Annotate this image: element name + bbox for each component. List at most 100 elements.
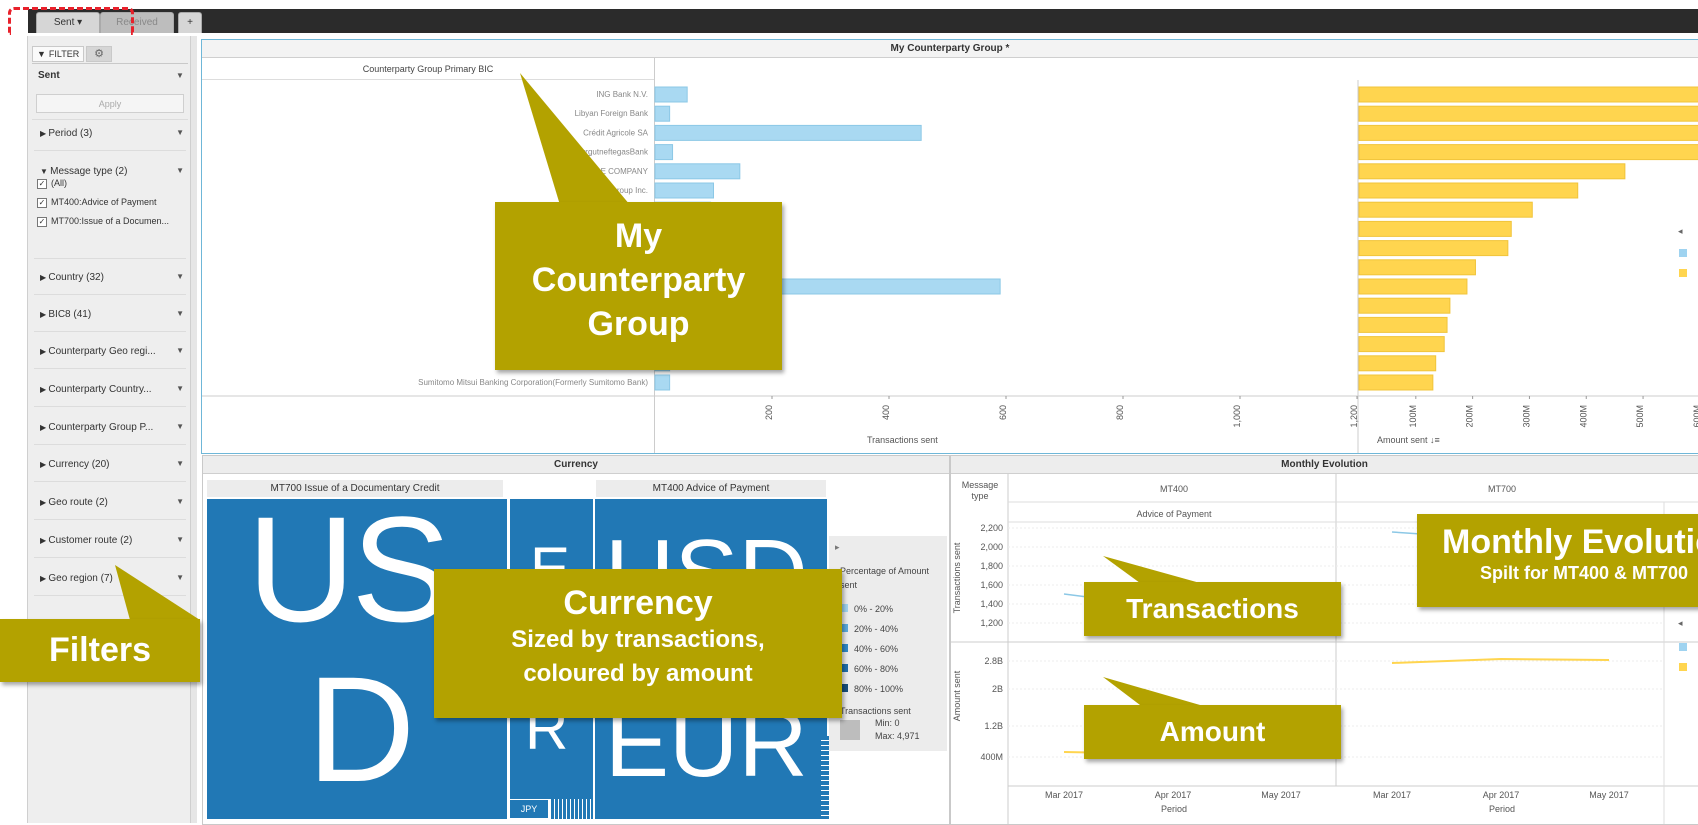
tx-ytick: 2,200 (980, 523, 1003, 533)
filter-section-5[interactable]: ▶ Counterparty Geo regi... ▼ (34, 338, 186, 369)
filter-section-label: Geo route (2) (48, 497, 108, 508)
filter-section-label: Geo region (7) (48, 573, 113, 584)
amt-bar (1358, 297, 1451, 314)
chevron-down-icon[interactable]: ▼ (176, 128, 184, 137)
filter-tab-label: FILTER (48, 49, 80, 59)
row-label: Crédit Agricole SA (583, 128, 649, 137)
row-header: Message type (961, 480, 999, 501)
row-label: ING Bank N.V. (596, 90, 648, 99)
selection-value: Sent (38, 70, 60, 81)
chevron-down-icon[interactable]: ▼ (176, 346, 184, 355)
funnel-icon: ▼ (37, 49, 46, 59)
filter-section-label: Counterparty Country... (48, 384, 152, 395)
legend-title: Percentage of Amount sent (840, 566, 930, 590)
chevron-down-icon[interactable]: ▼ (176, 535, 184, 544)
add-tab-button[interactable]: + (178, 12, 202, 33)
checkbox-label: (All) (51, 178, 67, 188)
header-mt700: MT700 (1487, 484, 1516, 494)
chevron-down-icon[interactable]: ▼ (176, 384, 184, 393)
row-label: ECOE COMPANY (583, 167, 648, 176)
legend-swatch-tx (1679, 249, 1687, 257)
callout-currency: Currency Sized by transactions, coloured… (434, 569, 842, 718)
amt-axis-label: Amount sent ↓≡ (1377, 435, 1440, 445)
tx-bar (654, 86, 688, 103)
x-tick: Mar 2017 (1373, 790, 1411, 800)
tx-ytick: 1,400 (980, 599, 1003, 609)
gear-icon[interactable]: ⚙ (86, 46, 112, 62)
message-type-checkbox[interactable]: ✓ MT700:Issue of a Documen... (37, 216, 169, 227)
checkbox-icon[interactable]: ✓ (37, 216, 47, 227)
treemap-cell-jpy[interactable]: JPY (509, 799, 549, 819)
legend-item: 20% - 40% (840, 619, 898, 637)
amt-ytick: 1.2B (984, 721, 1003, 731)
size-swatch (840, 720, 860, 740)
chevron-down-icon[interactable]: ▼ (176, 272, 184, 281)
legend-item: 60% - 80% (840, 659, 898, 677)
amt-bar (1358, 240, 1509, 257)
row-label: SurgutneftegasBank (576, 148, 649, 157)
filter-section-2[interactable]: ▼ Message type (2) ▼ (34, 158, 186, 259)
callout-counterparty: My Counterparty Group (495, 202, 782, 370)
amt-bar (1358, 124, 1698, 141)
x-tick: May 2017 (1261, 790, 1301, 800)
filter-section-4[interactable]: ▶ BIC8 (41) ▼ (34, 301, 186, 332)
treemap-header-mt700: MT700 Issue of a Documentary Credit (207, 480, 503, 497)
filter-section-label: Period (3) (48, 128, 93, 139)
tx-bar (654, 163, 741, 180)
collapse-legend-icon[interactable]: ◂ (1678, 226, 1683, 237)
amt-bar (1358, 220, 1512, 237)
filter-section-9[interactable]: ▶ Geo route (2) ▼ (34, 489, 186, 520)
chevron-down-icon[interactable]: ▼ (176, 422, 184, 431)
filter-section-label: BIC8 (41) (48, 309, 92, 320)
chevron-down-icon[interactable]: ▼ (176, 309, 184, 318)
counterparty-chart: ING Bank N.V. Libyan Foreign Bank Crédit A… (202, 80, 1698, 453)
tx-axis-label: Transactions sent (867, 435, 938, 445)
amt-bar (1358, 278, 1468, 295)
amt-bar (1358, 86, 1698, 103)
row-label: Libyan Foreign Bank (575, 109, 649, 118)
collapse-legend-icon[interactable]: ▸ (835, 542, 840, 553)
checkbox-icon[interactable]: ✓ (37, 197, 47, 208)
filter-section-7[interactable]: ▶ Counterparty Group P... ▼ (34, 414, 186, 445)
amt-bar (1358, 182, 1579, 199)
chevron-down-icon[interactable]: ▼ (176, 71, 184, 80)
checkbox-icon[interactable]: ✓ (37, 178, 47, 189)
filter-section-1[interactable]: ▶ Period (3) ▼ (34, 120, 186, 151)
filter-tab[interactable]: ▼ FILTER (32, 46, 84, 62)
collapse-legend-icon[interactable]: ◂ (1678, 618, 1683, 629)
currency-panel-title: Currency (203, 456, 949, 474)
amt-tick: 500M (1635, 405, 1645, 428)
chevron-down-icon[interactable]: ▼ (176, 459, 184, 468)
tx-ytick: 2,000 (980, 542, 1003, 552)
legend-label: 40% - 60% (854, 644, 899, 654)
filter-section-8[interactable]: ▶ Currency (20) ▼ (34, 451, 186, 482)
apply-button[interactable]: Apply (36, 94, 184, 113)
tx-tick: 600 (998, 405, 1008, 420)
column-header: Counterparty Group Primary BIC (202, 58, 654, 80)
filter-section-10[interactable]: ▶ Customer route (2) ▼ (34, 527, 186, 558)
panel-divider[interactable] (191, 36, 197, 823)
currency-legend: ▸ Percentage of Amount sent 0% - 20% 20% … (829, 536, 947, 751)
amt-bar (1358, 201, 1533, 218)
chevron-down-icon[interactable]: ▼ (176, 166, 184, 175)
legend-label: 80% - 100% (854, 684, 904, 694)
tx-bar (654, 374, 671, 391)
xlabel-mt400: Period (1160, 804, 1187, 814)
filter-section-6[interactable]: ▶ Counterparty Country... ▼ (34, 376, 186, 407)
callout-transactions: Transactions (1084, 582, 1341, 636)
treemap-cell-other[interactable] (551, 799, 593, 819)
tx-bar (654, 182, 714, 199)
amt-bar (1358, 316, 1448, 333)
chevron-down-icon[interactable]: ▼ (176, 497, 184, 506)
chevron-down-icon[interactable]: ▼ (176, 573, 184, 582)
legend-item: 0% - 20% (840, 599, 893, 617)
filter-section-11[interactable]: ▶ Geo region (7) ▼ (34, 565, 186, 596)
sort-icon[interactable]: ↓≡ (1430, 435, 1440, 445)
legend-swatch-amt (1679, 269, 1687, 277)
size-legend-title: Transactions sent (840, 706, 911, 716)
message-type-checkbox[interactable]: ✓ MT400:Advice of Payment (37, 197, 157, 208)
expand-arrow-icon[interactable]: ▼ (40, 167, 50, 176)
filter-section-3[interactable]: ▶ Country (32) ▼ (34, 264, 186, 295)
amt-bar (1358, 336, 1445, 353)
message-type-checkbox[interactable]: ✓ (All) (37, 178, 67, 189)
